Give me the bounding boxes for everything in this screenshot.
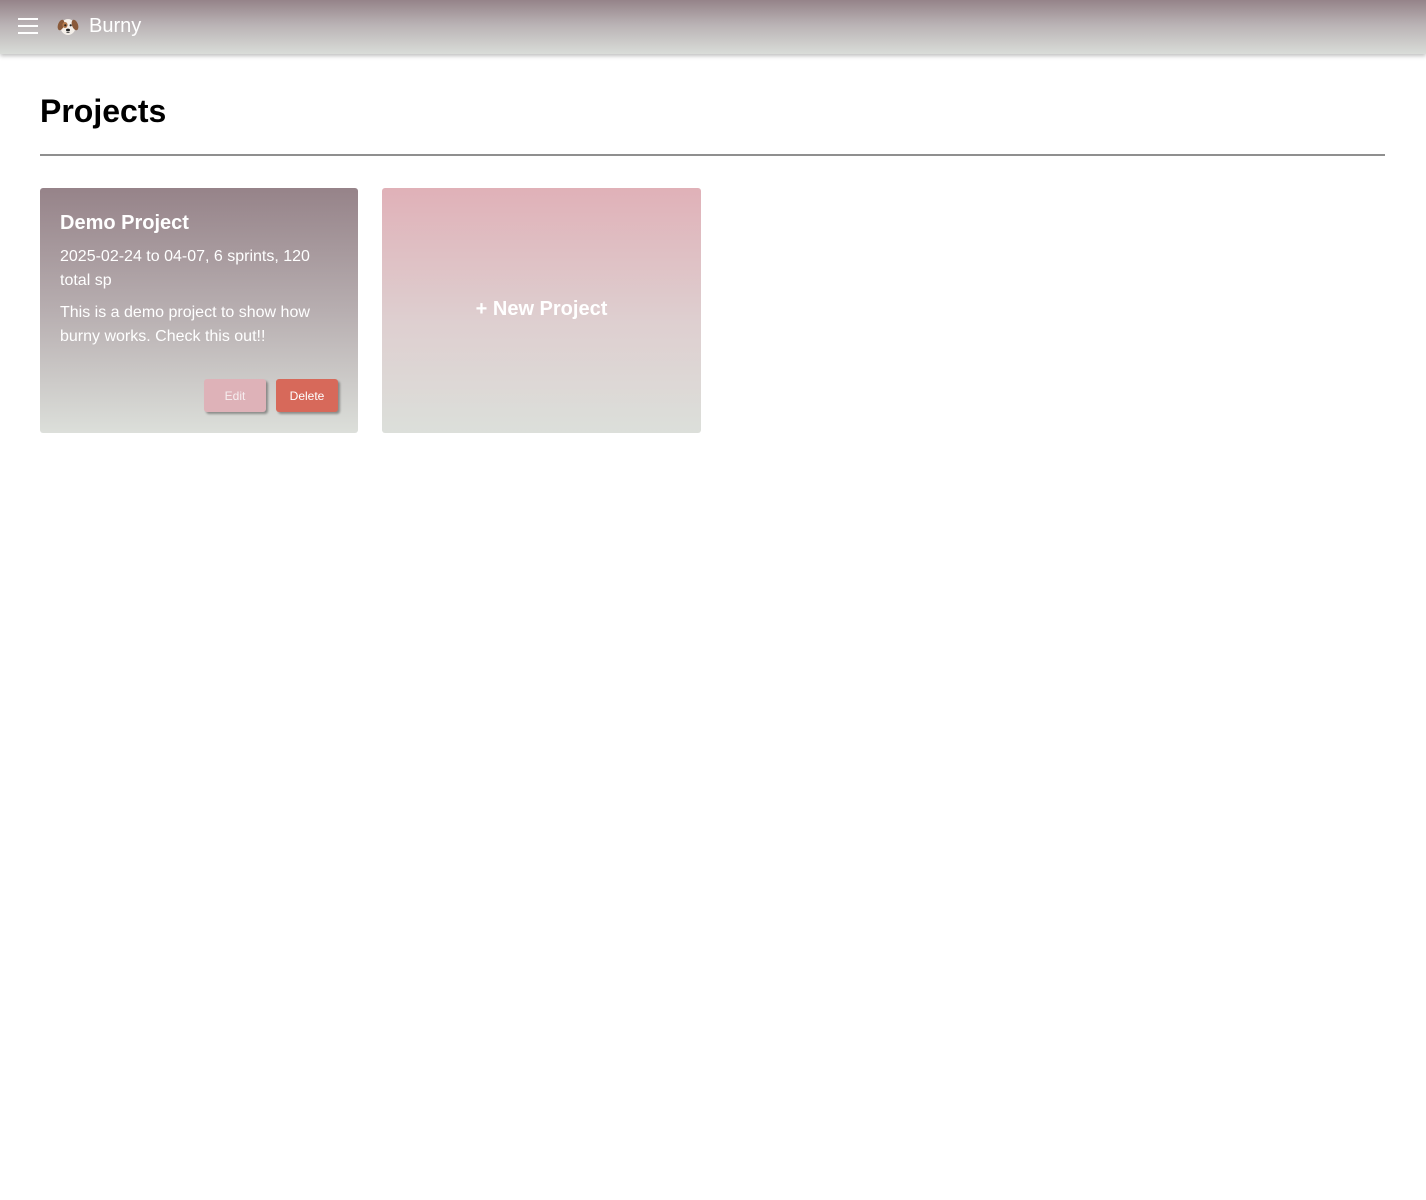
- hamburger-menu-icon[interactable]: [18, 18, 38, 34]
- new-project-label: + New Project: [475, 298, 608, 320]
- dog-face-icon: [57, 19, 79, 35]
- edit-button[interactable]: Edit: [204, 379, 266, 412]
- project-description: This is a demo project to show how burny…: [60, 304, 310, 345]
- app-bar: Burny: [0, 0, 1426, 54]
- title-divider: [40, 154, 1385, 156]
- app-title[interactable]: Burny: [89, 13, 141, 39]
- project-meta: 2025-02-24 to 04-07, 6 sprints, 120 tota…: [60, 248, 310, 289]
- project-card: Demo Project 2025-02-24 to 04-07, 6 spri…: [40, 188, 358, 433]
- delete-button[interactable]: Delete: [276, 379, 338, 412]
- project-name: Demo Project: [60, 212, 189, 234]
- new-project-card[interactable]: + New Project: [382, 188, 701, 433]
- page-title: Projects: [40, 93, 167, 129]
